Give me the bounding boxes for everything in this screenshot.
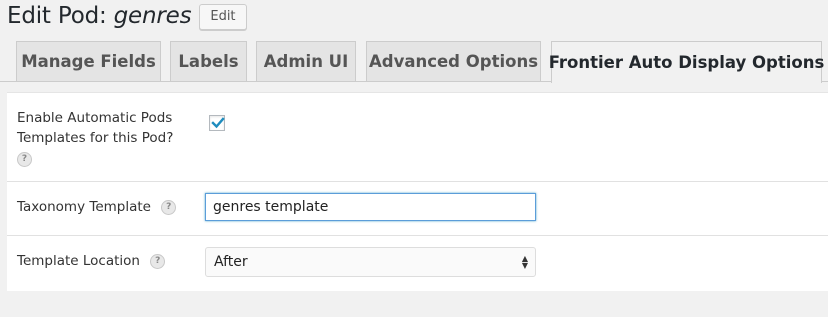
template-location-select[interactable]: After ▲ ▼ [205, 247, 536, 277]
field-row-enable-templates: Enable Automatic Pods Templates for this… [7, 93, 828, 182]
taxonomy-template-input[interactable] [205, 193, 536, 221]
help-icon[interactable]: ? [17, 152, 32, 167]
enable-templates-label: Enable Automatic Pods Templates for this… [17, 108, 197, 168]
tab-admin-ui[interactable]: Admin UI [256, 41, 356, 81]
help-icon[interactable]: ? [161, 199, 177, 215]
options-panel: Enable Automatic Pods Templates for this… [7, 92, 828, 291]
page-header: Edit Pod: genres Edit [7, 0, 247, 32]
tab-frontier-auto-display-options[interactable]: Frontier Auto Display Options [549, 41, 824, 83]
tab-manage-fields[interactable]: Manage Fields [16, 41, 161, 81]
taxonomy-template-label: Taxonomy Template ? [17, 197, 177, 217]
field-row-template-location: Template Location ? After ▲ ▼ [7, 235, 828, 291]
template-location-label: Template Location ? [17, 251, 166, 271]
page-title: Edit Pod: genres [7, 3, 192, 29]
tab-labels[interactable]: Labels [170, 41, 247, 81]
tab-bar: Manage Fields Labels Admin UI Advanced O… [0, 40, 828, 83]
field-row-taxonomy-template: Taxonomy Template ? [7, 181, 828, 236]
pod-name: genres [113, 3, 192, 29]
help-icon[interactable]: ? [150, 253, 166, 269]
template-location-value: After [214, 254, 248, 270]
edit-button[interactable]: Edit [199, 3, 247, 30]
enable-templates-checkbox[interactable] [209, 115, 225, 131]
tab-advanced-options[interactable]: Advanced Options [366, 41, 541, 81]
checkmark-icon [211, 117, 225, 129]
select-arrows-icon: ▲ ▼ [521, 254, 528, 270]
